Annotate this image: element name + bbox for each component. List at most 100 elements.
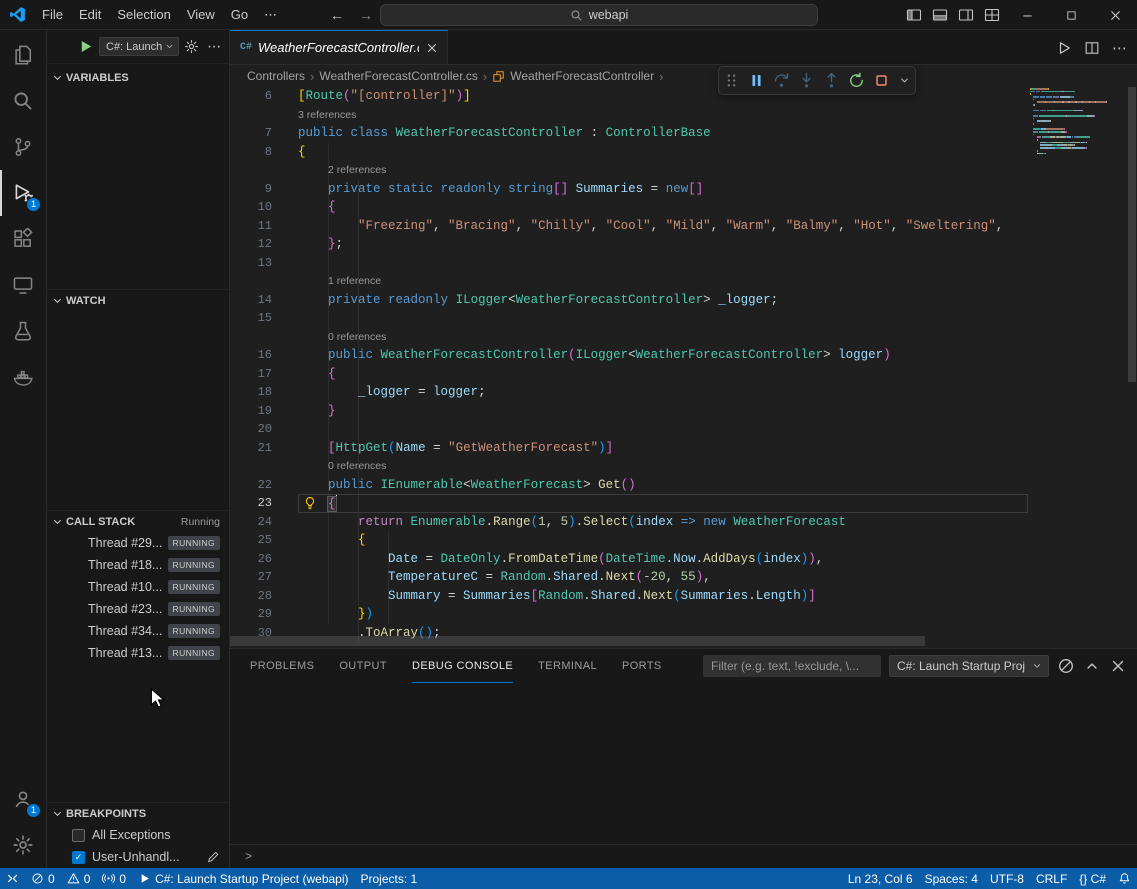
activity-remote-explorer[interactable]	[0, 262, 46, 308]
panel-tab-debug-console[interactable]: DEBUG CONSOLE	[412, 649, 513, 683]
horizontal-scrollbar[interactable]	[230, 636, 1030, 646]
codelens-label[interactable]: 2 references	[298, 164, 386, 176]
call-stack-thread[interactable]: Thread #10...RUNNING	[47, 576, 229, 598]
code-line[interactable]: 13	[230, 254, 1030, 273]
breadcrumb-item[interactable]: WeatherForecastController	[510, 69, 654, 83]
menu-edit[interactable]: Edit	[71, 0, 109, 29]
run-project-icon[interactable]	[1056, 40, 1072, 56]
status-notifications[interactable]	[1112, 868, 1137, 889]
drag-handle-icon[interactable]	[723, 72, 740, 89]
status-debug-session[interactable]: C#: Launch Startup Project (webapi)	[132, 868, 354, 889]
codelens-label[interactable]: 3 references	[298, 109, 356, 121]
code-line[interactable]: 9 private static readonly string[] Summa…	[230, 180, 1030, 199]
restart-button[interactable]	[848, 72, 865, 89]
call-stack-thread[interactable]: Thread #23...RUNNING	[47, 598, 229, 620]
code-line[interactable]: 8{	[230, 143, 1030, 162]
views-more-actions-button[interactable]: ⋯	[204, 38, 224, 55]
code-line[interactable]: 17 {	[230, 365, 1030, 384]
maximize-panel-icon[interactable]	[1083, 657, 1101, 675]
status-indentation[interactable]: Spaces: 4	[919, 868, 984, 889]
step-out-button[interactable]	[823, 72, 840, 89]
toggle-secondary-sidebar-icon[interactable]	[953, 0, 979, 30]
vertical-scrollbar-thumb[interactable]	[1128, 87, 1136, 382]
status-language-mode[interactable]: {} C#	[1073, 868, 1112, 889]
breakpoint-item[interactable]: ✓User-Unhandl...	[47, 846, 229, 868]
accounts-button[interactable]: 1	[0, 776, 46, 822]
codelens-row[interactable]: 0 references	[230, 457, 1030, 476]
code-line[interactable]: 28 Summary = Summaries[Random.Shared.Nex…	[230, 587, 1030, 606]
code-line[interactable]: 11 "Freezing", "Bracing", "Chilly", "Coo…	[230, 217, 1030, 236]
call-stack-section-header[interactable]: CALL STACK Running	[47, 510, 229, 532]
status-errors[interactable]: 0	[25, 868, 61, 889]
status-eol[interactable]: CRLF	[1030, 868, 1073, 889]
breakpoint-item[interactable]: All Exceptions	[47, 824, 229, 846]
activity-source-control[interactable]	[0, 124, 46, 170]
breakpoints-section-header[interactable]: BREAKPOINTS	[47, 802, 229, 824]
status-projects[interactable]: Projects: 1	[355, 868, 424, 889]
go-back-button[interactable]: ←	[330, 7, 344, 23]
status-cursor-position[interactable]: Ln 23, Col 6	[842, 868, 919, 889]
code-line[interactable]: 12 };	[230, 235, 1030, 254]
menu-view[interactable]: View	[179, 0, 223, 29]
code-line[interactable]: 29 })	[230, 605, 1030, 624]
step-over-button[interactable]	[773, 72, 790, 89]
code-line[interactable]: 22 public IEnumerable<WeatherForecast> G…	[230, 476, 1030, 495]
breadcrumb-item[interactable]: Controllers	[247, 69, 305, 83]
call-stack-thread[interactable]: Thread #29...RUNNING	[47, 532, 229, 554]
settings-button[interactable]	[0, 822, 46, 868]
activity-docker[interactable]	[0, 354, 46, 400]
activity-extensions[interactable]	[0, 216, 46, 262]
start-debugging-button[interactable]	[77, 38, 94, 55]
code-line[interactable]: 14 private readonly ILogger<WeatherForec…	[230, 291, 1030, 310]
panel-tab-output[interactable]: OUTPUT	[339, 649, 387, 683]
clear-console-icon[interactable]	[1057, 657, 1075, 675]
stop-button[interactable]	[873, 72, 890, 89]
call-stack-thread[interactable]: Thread #34...RUNNING	[47, 620, 229, 642]
open-launch-json-button[interactable]	[184, 37, 199, 57]
status-ports[interactable]: 0	[96, 868, 132, 889]
lightbulb-icon[interactable]	[303, 496, 317, 514]
split-editor-icon[interactable]	[1084, 40, 1100, 56]
horizontal-scrollbar-thumb[interactable]	[230, 636, 925, 646]
panel-tab-problems[interactable]: PROBLEMS	[250, 649, 314, 683]
activity-testing[interactable]	[0, 308, 46, 354]
checkbox-checked[interactable]: ✓	[72, 851, 85, 864]
status-encoding[interactable]: UTF-8	[984, 868, 1030, 889]
code-line[interactable]: 24 return Enumerable.Range(1, 5).Select(…	[230, 513, 1030, 532]
debug-console-filter-input[interactable]	[703, 655, 881, 677]
call-stack-thread[interactable]: Thread #13...RUNNING	[47, 642, 229, 664]
code-line[interactable]: 15	[230, 309, 1030, 328]
close-panel-icon[interactable]	[1109, 657, 1127, 675]
breadcrumb-item[interactable]: WeatherForecastController.cs	[319, 69, 478, 83]
command-center-search[interactable]: webapi	[380, 4, 818, 26]
debug-session-dropdown[interactable]: C#: Launch Startup Proj	[889, 655, 1049, 677]
debug-console-input[interactable]: >	[230, 844, 1137, 868]
variables-section-header[interactable]: VARIABLES	[47, 67, 229, 89]
code-line[interactable]: 27 TemperatureC = Random.Shared.Next(-20…	[230, 568, 1030, 587]
status-remote-indicator[interactable]	[0, 868, 25, 889]
menu-more[interactable]: ⋯	[256, 0, 285, 29]
minimap[interactable]	[1030, 88, 1125, 178]
customize-layout-icon[interactable]	[979, 0, 1005, 30]
activity-search[interactable]	[0, 78, 46, 124]
tab-weatherforecastcontroller[interactable]: C# WeatherForecastController.cs	[230, 30, 448, 64]
maximize-button[interactable]	[1049, 0, 1093, 30]
codelens-label[interactable]: 1 reference	[298, 275, 381, 287]
toggle-panel-icon[interactable]	[927, 0, 953, 30]
minimize-button[interactable]	[1005, 0, 1049, 30]
toggle-sidebar-icon[interactable]	[901, 0, 927, 30]
codelens-label[interactable]: 0 references	[298, 331, 386, 343]
pause-button[interactable]	[748, 72, 765, 89]
call-stack-thread[interactable]: Thread #18...RUNNING	[47, 554, 229, 576]
code-line[interactable]: 16 public WeatherForecastController(ILog…	[230, 346, 1030, 365]
menu-file[interactable]: File	[34, 0, 71, 29]
code-line[interactable]: 25 {	[230, 531, 1030, 550]
code-line[interactable]: 18 _logger = logger;	[230, 383, 1030, 402]
chevron-down-icon[interactable]	[898, 72, 911, 89]
codelens-row[interactable]: 1 reference	[230, 272, 1030, 291]
menu-selection[interactable]: Selection	[109, 0, 178, 29]
status-warnings[interactable]: 0	[61, 868, 97, 889]
vertical-scrollbar[interactable]	[1127, 87, 1137, 648]
panel-tab-ports[interactable]: PORTS	[622, 649, 662, 683]
code-line[interactable]: 19 }	[230, 402, 1030, 421]
